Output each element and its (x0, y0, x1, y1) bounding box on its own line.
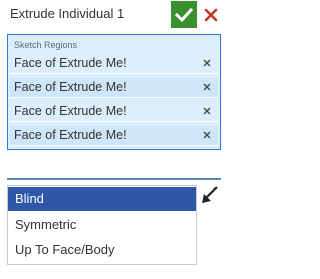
close-icon (203, 83, 211, 91)
end-type-option-blind[interactable]: Blind (8, 187, 196, 211)
dialog-header: Extrude Individual 1 (0, 0, 229, 30)
end-type-select-underline (7, 178, 221, 180)
remove-region-button[interactable] (199, 127, 215, 143)
flip-direction-button[interactable] (199, 184, 221, 206)
close-icon (204, 8, 218, 21)
remove-region-button[interactable] (199, 103, 215, 119)
accept-button[interactable] (171, 1, 197, 28)
sketch-region-label: Face of Extrude Me! (14, 80, 127, 94)
flip-direction-arrow-icon (202, 186, 218, 203)
remove-region-button[interactable] (199, 55, 215, 71)
end-type-dropdown[interactable]: Blind Symmetric Up To Face/Body (7, 185, 197, 265)
sketch-region-item[interactable]: Face of Extrude Me! (10, 126, 218, 146)
remove-region-button[interactable] (199, 79, 215, 95)
close-icon (203, 59, 211, 67)
check-icon (175, 7, 193, 22)
end-type-option-up-to-face-body[interactable]: Up To Face/Body (8, 238, 196, 262)
sketch-regions-label: Sketch Regions (14, 40, 78, 50)
dialog-title: Extrude Individual 1 (10, 6, 125, 21)
sketch-regions-field[interactable]: Sketch Regions Face of Extrude Me! Face … (7, 34, 221, 150)
end-type-option-symmetric[interactable]: Symmetric (8, 213, 196, 237)
sketch-region-label: Face of Extrude Me! (14, 128, 127, 142)
sketch-region-item[interactable]: Face of Extrude Me! (10, 78, 218, 98)
close-icon (203, 131, 211, 139)
sketch-region-label: Face of Extrude Me! (14, 56, 127, 70)
sketch-region-item[interactable]: Face of Extrude Me! (10, 102, 218, 122)
sketch-region-item[interactable]: Face of Extrude Me! (10, 54, 218, 74)
cancel-button[interactable] (199, 1, 223, 28)
close-icon (203, 107, 211, 115)
sketch-region-label: Face of Extrude Me! (14, 104, 127, 118)
extrude-dialog: Extrude Individual 1 Sketch Regions Face… (0, 0, 229, 279)
